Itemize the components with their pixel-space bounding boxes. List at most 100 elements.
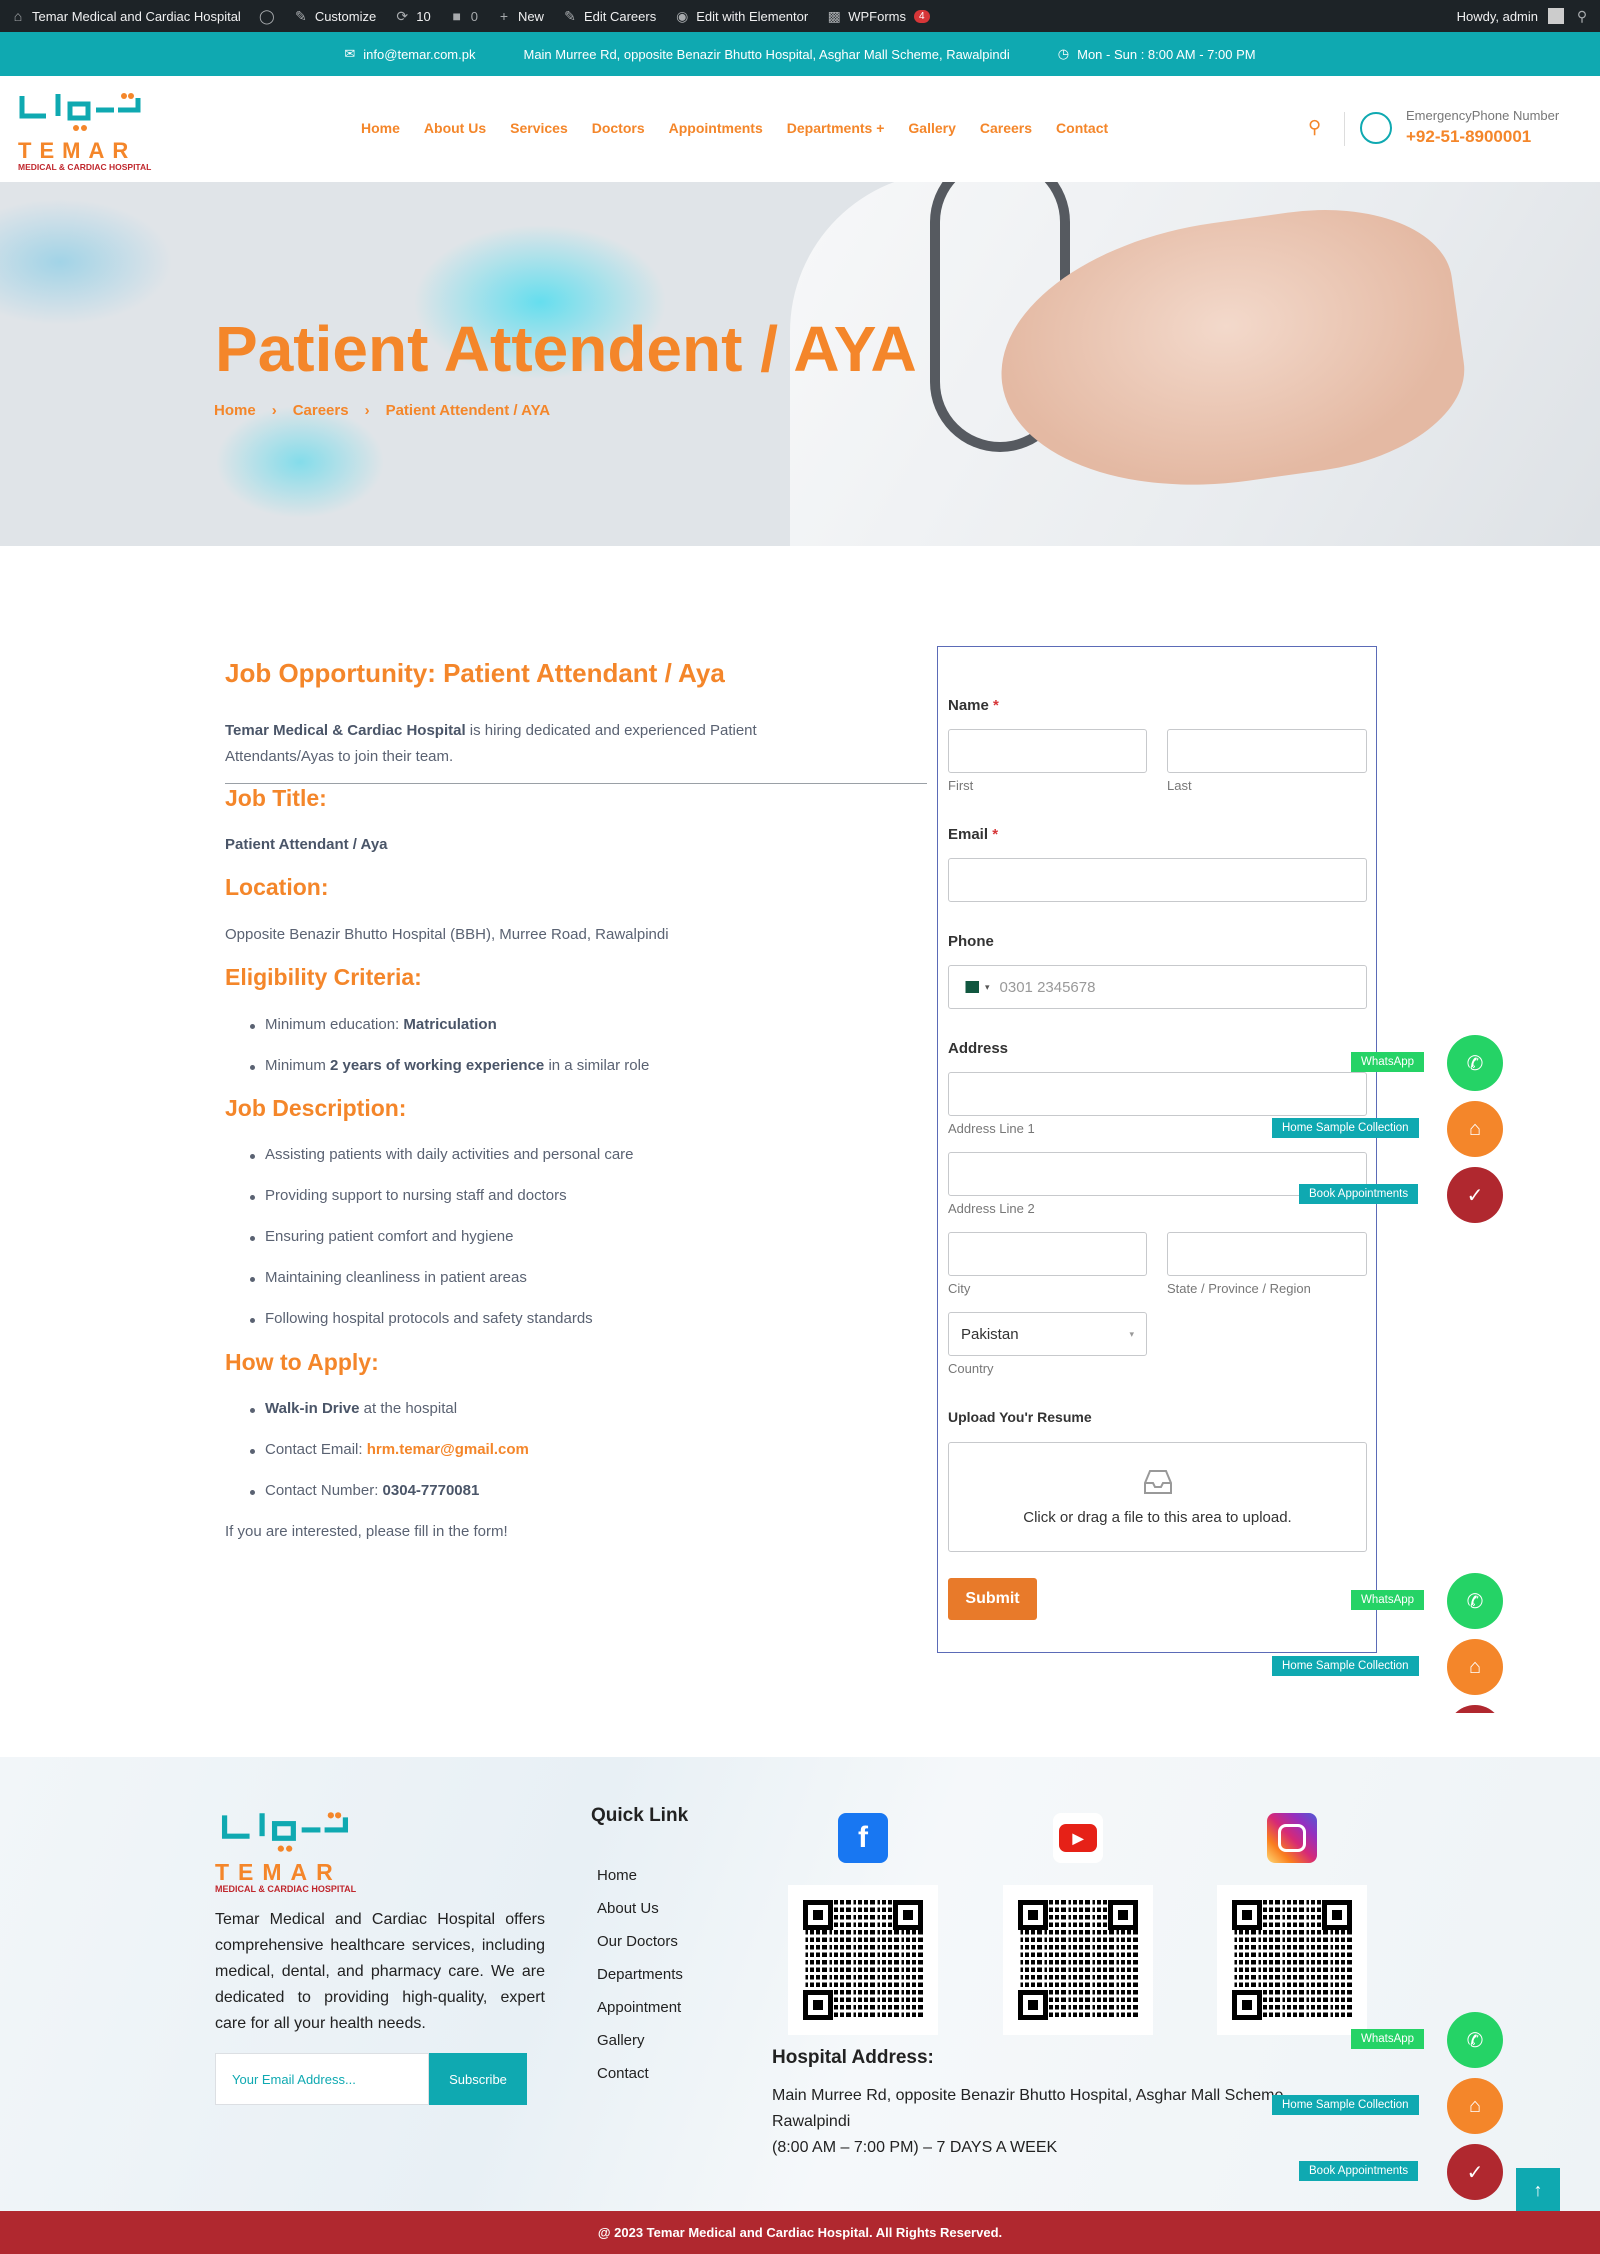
phone-field[interactable]: ▾ 0301 2345678 xyxy=(948,965,1367,1009)
quick-links: Home About Us Our Doctors Departments Ap… xyxy=(597,1867,683,2098)
book-appointment-label[interactable]: Book Appointments xyxy=(1299,2161,1419,2181)
list-item: Following hospital protocols and safety … xyxy=(250,1310,634,1351)
email-field[interactable] xyxy=(948,858,1367,902)
admin-new[interactable]: + New xyxy=(496,8,544,24)
search-icon[interactable]: ⚲ xyxy=(1574,8,1590,25)
nav-home[interactable]: Home xyxy=(361,120,400,136)
admin-wpforms[interactable]: ▩ WPForms 4 xyxy=(826,8,930,25)
emergency-number[interactable]: +92-51-8900001 xyxy=(1406,127,1531,147)
back-to-top-button[interactable]: ↑ xyxy=(1516,2168,1560,2212)
home-sample-label[interactable]: Home Sample Collection xyxy=(1272,1118,1419,1138)
home-sample-label[interactable]: Home Sample Collection xyxy=(1272,2095,1419,2115)
quick-link-doctors[interactable]: Our Doctors xyxy=(597,1933,683,1966)
newsletter-email-input[interactable]: Your Email Address... xyxy=(215,2053,429,2105)
pakistan-flag-icon[interactable] xyxy=(961,981,979,993)
breadcrumb-careers[interactable]: Careers xyxy=(293,402,349,419)
whatsapp-label[interactable]: WhatsApp xyxy=(1351,2029,1425,2049)
header-search-icon[interactable]: ⚲ xyxy=(1308,117,1321,138)
quick-link-appointment[interactable]: Appointment xyxy=(597,1999,683,2032)
nav-gallery[interactable]: Gallery xyxy=(908,120,955,136)
location-heading: Location: xyxy=(225,874,329,900)
book-appointment-label[interactable]: Book Appointments xyxy=(1299,1184,1419,1204)
nav-services[interactable]: Services xyxy=(510,120,568,136)
plus-icon: + xyxy=(499,8,509,24)
youtube-icon[interactable]: ▶ xyxy=(1053,1813,1103,1863)
quick-link-gallery[interactable]: Gallery xyxy=(597,2032,683,2065)
address-line1-field[interactable] xyxy=(948,1072,1367,1116)
topbar-email[interactable]: ✉ info@temar.com.pk xyxy=(344,46,475,62)
arrow-up-icon: ↑ xyxy=(1533,2179,1543,2200)
quick-link-departments[interactable]: Departments xyxy=(597,1966,683,1999)
admin-howdy[interactable]: Howdy, admin xyxy=(1457,9,1538,24)
breadcrumb-home[interactable]: Home xyxy=(214,402,256,419)
book-appointment-button[interactable]: ✓ xyxy=(1447,1167,1503,1223)
home-sample-button[interactable]: ⌂ xyxy=(1447,1101,1503,1157)
elig-text: in a similar role xyxy=(544,1057,650,1074)
instagram-icon[interactable] xyxy=(1267,1813,1317,1863)
elig-text: Minimum xyxy=(265,1057,331,1074)
hospital-address-heading: Hospital Address: xyxy=(772,2047,934,2068)
admin-site-link[interactable]: ⌂ Temar Medical and Cardiac Hospital xyxy=(10,8,241,24)
nav-careers[interactable]: Careers xyxy=(980,120,1032,136)
whatsapp-button[interactable]: ✆ xyxy=(1447,1035,1503,1091)
last-name-field[interactable] xyxy=(1167,729,1367,773)
whatsapp-icon: ✆ xyxy=(1466,1590,1484,1613)
admin-new-label: New xyxy=(517,8,544,24)
home-sample-button[interactable]: ⌂ xyxy=(1447,2078,1503,2134)
admin-edit-elementor[interactable]: ◉ Edit with Elementor xyxy=(674,8,808,25)
copyright-text: @ 2023 Temar Medical and Cardiac Hospita… xyxy=(597,2225,1003,2240)
admin-edit-elementor-label: Edit with Elementor xyxy=(696,8,809,24)
nav-appointments[interactable]: Appointments xyxy=(669,120,763,136)
admin-comments[interactable]: ■ 0 xyxy=(449,8,477,24)
chevron-down-icon[interactable]: ▾ xyxy=(985,982,990,993)
email-label-text: Email xyxy=(948,826,989,843)
facebook-icon[interactable]: f xyxy=(838,1813,888,1863)
home-sample-button[interactable]: ⌂ xyxy=(1447,1639,1503,1695)
first-name-field[interactable] xyxy=(948,729,1147,773)
footer-logo-mark xyxy=(221,1812,349,1852)
city-field[interactable] xyxy=(948,1232,1147,1276)
topbar-email-text: info@temar.com.pk xyxy=(363,46,476,62)
upload-label: Upload You'r Resume xyxy=(948,1409,1092,1425)
apply-email-link[interactable]: hrm.temar@gmail.com xyxy=(367,1441,529,1458)
quick-link-contact[interactable]: Contact xyxy=(597,2065,683,2098)
country-select-value: Pakistan xyxy=(961,1325,1019,1343)
youtube-qr-code xyxy=(1003,1885,1153,2035)
wordpress-menu[interactable]: ◯ xyxy=(259,8,275,25)
footer-logo[interactable]: TEMAR MEDICAL & CARDIAC HOSPITAL xyxy=(215,1807,357,1899)
book-appointment-button-clipped[interactable] xyxy=(1447,1705,1503,1713)
admin-edit-careers[interactable]: ✎ Edit Careers xyxy=(562,8,656,25)
nav-doctors[interactable]: Doctors xyxy=(592,120,645,136)
quick-link-heading: Quick Link xyxy=(591,1805,689,1826)
footer-description: Temar Medical and Cardiac Hospital offer… xyxy=(215,1911,545,2032)
address-line2-sublabel: Address Line 2 xyxy=(948,1201,1035,1216)
whatsapp-button[interactable]: ✆ xyxy=(1447,1573,1503,1629)
admin-updates[interactable]: ⟳ 10 xyxy=(394,8,430,25)
site-logo[interactable]: TEMAR MEDICAL & CARDIAC HOSPITAL xyxy=(18,88,151,172)
list-item: Ensuring patient comfort and hygiene xyxy=(250,1228,634,1269)
admin-customize[interactable]: ✎ Customize xyxy=(293,8,376,25)
submit-button[interactable]: Submit xyxy=(948,1578,1037,1620)
state-field[interactable] xyxy=(1167,1232,1367,1276)
whatsapp-label[interactable]: WhatsApp xyxy=(1351,1590,1425,1610)
book-appointment-button[interactable]: ✓ xyxy=(1447,2144,1503,2200)
home-sample-label[interactable]: Home Sample Collection xyxy=(1272,1656,1419,1676)
list-item: Minimum education: Matriculation xyxy=(249,1016,649,1057)
eligibility-list: Minimum education: Matriculation Minimum… xyxy=(249,1016,650,1098)
quick-link-home[interactable]: Home xyxy=(597,1867,683,1900)
whatsapp-label[interactable]: WhatsApp xyxy=(1351,1052,1425,1072)
footer-logo-subtext: MEDICAL & CARDIAC HOSPITAL xyxy=(215,1884,357,1894)
chevron-down-icon: ▾ xyxy=(1129,1328,1134,1339)
email-label: Email * xyxy=(948,826,998,843)
nav-contact[interactable]: Contact xyxy=(1056,120,1108,136)
subscribe-button[interactable]: Subscribe xyxy=(429,2053,527,2105)
quick-link-about[interactable]: About Us xyxy=(597,1900,683,1933)
country-select[interactable]: Pakistan ▾ xyxy=(948,1312,1147,1356)
address-hours: (8:00 AM – 7:00 PM) – 7 DAYS A WEEK xyxy=(772,2139,1058,2156)
file-upload-dropzone[interactable]: Click or drag a file to this area to upl… xyxy=(948,1442,1367,1552)
avatar[interactable] xyxy=(1548,8,1564,24)
whatsapp-button[interactable]: ✆ xyxy=(1447,2012,1503,2068)
facebook-qr-code xyxy=(788,1885,938,2035)
nav-about-us[interactable]: About Us xyxy=(424,120,486,136)
nav-departments[interactable]: Departments + xyxy=(787,120,885,136)
